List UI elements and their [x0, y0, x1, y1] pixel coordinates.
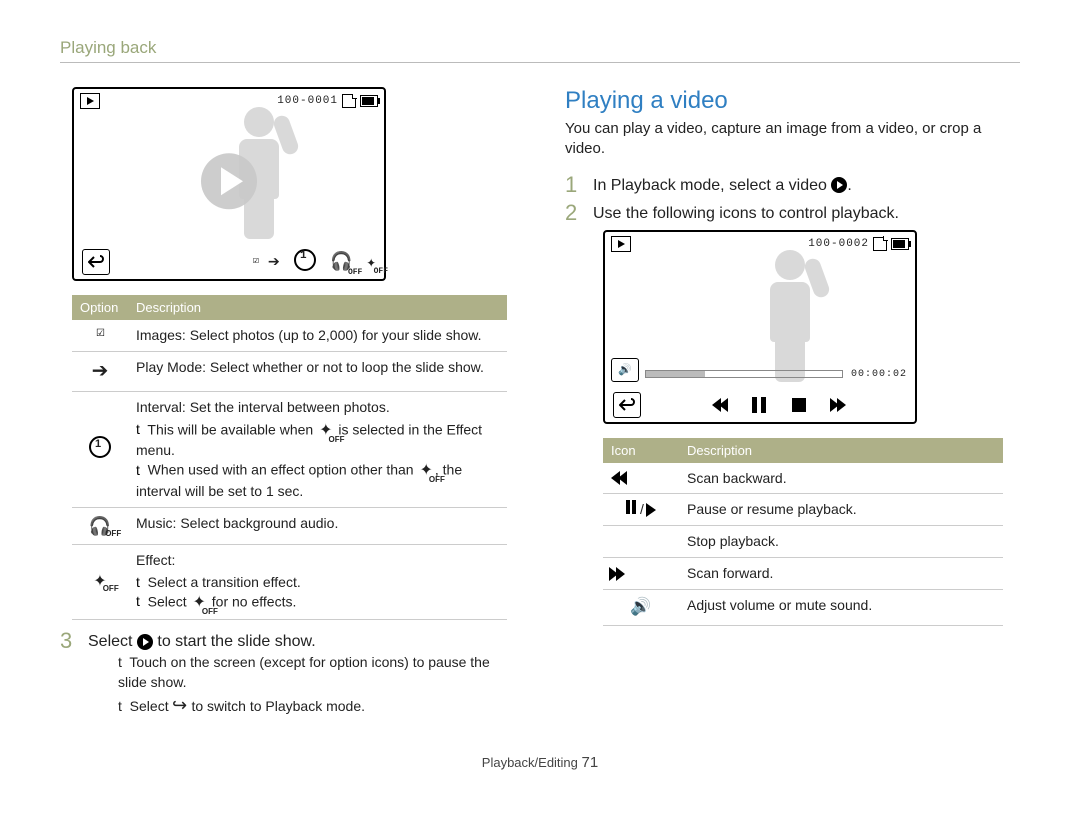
pause-icon [744, 392, 774, 418]
row-effect: ✦OFF Effect: Select a transition effect.… [72, 545, 507, 620]
pause-play-icon: / [626, 500, 656, 519]
video-controls-table: Icon Description Scan backward. / Pause … [603, 438, 1003, 627]
sample-image-silhouette [745, 250, 835, 382]
play-circle-icon [831, 177, 847, 193]
battery-icon [891, 238, 909, 250]
step-2: 2 Use the following icons to control pla… [565, 202, 1020, 224]
memory-card-icon [873, 237, 887, 251]
play-circle-icon [137, 634, 153, 650]
playback-mode-icon [611, 236, 631, 252]
speaker-icon: 🔊 [630, 597, 651, 616]
row-music: 🎧OFF Music: Select background audio. [72, 507, 507, 544]
effect-off-icon: ✦OFF [319, 420, 332, 442]
row-interval: Interval: Set the interval between photo… [72, 391, 507, 507]
manual-page: Playing back 100-0001 [0, 0, 1080, 771]
elapsed-time: 00:00:02 [851, 369, 907, 380]
row-images: Images: Select photos (up to 2,000) for … [72, 320, 507, 351]
back-icon [82, 249, 110, 275]
stop-icon [784, 392, 814, 418]
col-description-header: Description [679, 438, 1003, 463]
fast-forward-icon [611, 567, 671, 581]
star-icon: ✦OFF [93, 573, 106, 590]
playmode-option-icon: ➔ [268, 249, 280, 275]
video-screenshot: 100-0002 🔊 00:00:02 [603, 230, 917, 424]
headphones-icon: 🎧OFF [89, 516, 111, 536]
col-option-header: Option [72, 295, 128, 320]
back-icon [613, 392, 641, 418]
arrow-right-icon: ➔ [92, 360, 109, 382]
rewind-icon [611, 471, 671, 485]
music-option-icon: 🎧OFF [330, 251, 352, 273]
play-overlay-icon [201, 153, 257, 209]
step-3: 3 Select to start the slide show. Touch … [60, 630, 515, 717]
two-column-layout: 100-0001 ➔ 🎧OFF [60, 87, 1020, 724]
row-playmode: ➔ Play Mode: Select whether or not to lo… [72, 351, 507, 391]
effect-option-icon: ✦OFF [366, 252, 376, 272]
row-rewind: Scan backward. [603, 463, 1003, 494]
rewind-icon [704, 392, 734, 418]
fast-forward-icon [824, 392, 854, 418]
col-icon-header: Icon [603, 438, 679, 463]
right-column: Playing a video You can play a video, ca… [565, 87, 1020, 724]
interval-option-icon [294, 249, 316, 275]
step-1: 1 In Playback mode, select a video . [565, 174, 1020, 196]
row-pause: / Pause or resume playback. [603, 494, 1003, 526]
row-volume: 🔊 Adjust volume or mute sound. [603, 590, 1003, 626]
file-number: 100-0002 [808, 238, 869, 250]
battery-icon [360, 95, 378, 107]
left-column: 100-0001 ➔ 🎧OFF [60, 87, 515, 724]
section-heading: Playing a video [565, 87, 1020, 115]
section-lead: You can play a video, capture an image f… [565, 119, 1020, 160]
breadcrumb: Playing back [60, 38, 1020, 63]
row-forward: Scan forward. [603, 558, 1003, 590]
memory-card-icon [342, 94, 356, 108]
col-description-header: Description [128, 295, 507, 320]
progress-bar [645, 370, 843, 378]
return-icon: ↩ [172, 693, 187, 718]
effect-off-icon: ✦OFF [419, 460, 432, 482]
page-footer: Playback/Editing 71 [60, 754, 1020, 771]
file-number: 100-0001 [277, 95, 338, 107]
playback-mode-icon [80, 93, 100, 109]
row-stop: Stop playback. [603, 526, 1003, 558]
volume-icon: 🔊 [611, 358, 639, 382]
clock-icon [89, 436, 111, 458]
slideshow-options-table: Option Description Images: Select photos… [72, 295, 507, 620]
slideshow-screenshot: 100-0001 ➔ 🎧OFF [72, 87, 386, 281]
effect-off-icon: ✦OFF [192, 592, 205, 614]
